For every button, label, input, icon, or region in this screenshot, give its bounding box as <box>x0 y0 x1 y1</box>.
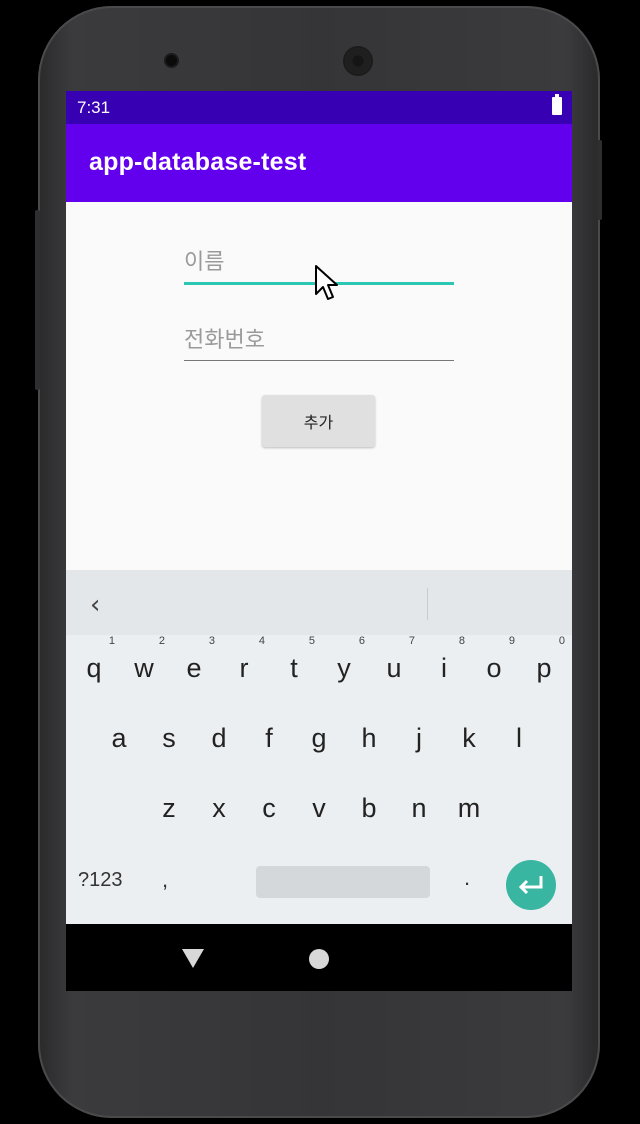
key-label: z <box>162 793 176 823</box>
key-hint-label: 0 <box>558 635 565 647</box>
key-label: i <box>441 653 447 683</box>
add-button[interactable]: 추가 <box>262 395 375 447</box>
key-label: b <box>361 793 377 823</box>
soft-keyboard: ‹ 1q2w3e4r5t6y7u8i9o0p asdfghjkl zxcvbnm… <box>66 570 572 924</box>
key-label: f <box>265 723 273 753</box>
key-p[interactable]: 0p <box>519 635 569 697</box>
key-hint-label: 6 <box>358 635 365 647</box>
key-hint-label: 2 <box>158 635 165 647</box>
symbols-key[interactable]: ?123 <box>78 869 134 892</box>
key-label: k <box>462 723 476 753</box>
key-l[interactable]: l <box>494 707 544 767</box>
key-label: v <box>312 793 326 823</box>
key-j[interactable]: j <box>394 707 444 767</box>
main-content: 추가 <box>66 202 572 570</box>
key-hint-label: 5 <box>308 635 315 647</box>
key-label: u <box>386 653 402 683</box>
suggestion-divider <box>427 588 428 620</box>
space-key[interactable] <box>256 866 430 898</box>
key-label: o <box>486 653 502 683</box>
key-label: p <box>536 653 552 683</box>
chevron-left-icon[interactable]: ‹ <box>90 590 100 620</box>
key-f[interactable]: f <box>244 707 294 767</box>
suggestion-strip: ‹ <box>66 570 572 635</box>
key-a[interactable]: a <box>94 707 144 767</box>
key-r[interactable]: 4r <box>219 635 269 697</box>
app-bar: app-database-test <box>66 124 572 202</box>
app-title: app-database-test <box>89 148 307 176</box>
key-s[interactable]: s <box>144 707 194 767</box>
key-label: c <box>262 793 276 823</box>
key-hint-label: 4 <box>258 635 265 647</box>
key-w[interactable]: 2w <box>119 635 169 697</box>
mouse-pointer-icon <box>315 265 338 300</box>
power-button <box>597 140 602 220</box>
nav-back-icon[interactable] <box>182 949 204 968</box>
key-c[interactable]: c <box>244 777 294 837</box>
period-key[interactable]: . <box>464 865 470 891</box>
key-e[interactable]: 3e <box>169 635 219 697</box>
key-z[interactable]: z <box>144 777 194 837</box>
key-label: y <box>337 653 351 683</box>
key-label: g <box>311 723 327 753</box>
key-label: j <box>416 723 422 753</box>
key-g[interactable]: g <box>294 707 344 767</box>
key-label: d <box>211 723 227 753</box>
nav-home-icon[interactable] <box>309 949 329 969</box>
key-b[interactable]: b <box>344 777 394 837</box>
device-screen: 7:31 app-database-test 추가 ‹ 1q2w3e4r5t6y… <box>66 91 572 991</box>
key-label: m <box>457 793 481 823</box>
key-label: q <box>86 653 102 683</box>
earpiece-speaker <box>345 48 371 74</box>
key-q[interactable]: 1q <box>69 635 119 697</box>
key-v[interactable]: v <box>294 777 344 837</box>
key-label: w <box>134 653 154 683</box>
key-d[interactable]: d <box>194 707 244 767</box>
key-hint-label: 8 <box>458 635 465 647</box>
enter-key[interactable] <box>506 860 556 910</box>
key-u[interactable]: 7u <box>369 635 419 697</box>
key-hint-label: 7 <box>408 635 415 647</box>
key-hint-label: 3 <box>208 635 215 647</box>
key-hint-label: 9 <box>508 635 515 647</box>
comma-key[interactable]: , <box>162 867 168 893</box>
battery-full-icon <box>552 94 562 115</box>
key-label: x <box>212 793 226 823</box>
key-y[interactable]: 6y <box>319 635 369 697</box>
key-i[interactable]: 8i <box>419 635 469 697</box>
key-m[interactable]: m <box>444 777 494 837</box>
key-o[interactable]: 9o <box>469 635 519 697</box>
key-label: e <box>186 653 202 683</box>
key-label: t <box>290 653 298 683</box>
key-label: s <box>162 723 176 753</box>
status-bar: 7:31 <box>66 91 572 124</box>
key-label: l <box>516 723 522 753</box>
key-x[interactable]: x <box>194 777 244 837</box>
key-hint-label: 1 <box>108 635 115 647</box>
phone-field[interactable] <box>184 320 454 361</box>
status-time: 7:31 <box>77 98 111 117</box>
key-h[interactable]: h <box>344 707 394 767</box>
key-t[interactable]: 5t <box>269 635 319 697</box>
volume-button <box>35 210 40 390</box>
key-k[interactable]: k <box>444 707 494 767</box>
key-label: r <box>239 653 249 683</box>
enter-arrow-icon <box>518 876 543 895</box>
key-label: n <box>411 793 427 823</box>
front-camera <box>166 55 177 66</box>
navigation-bar <box>66 924 572 991</box>
key-label: a <box>111 723 127 753</box>
key-label: h <box>361 723 377 753</box>
key-n[interactable]: n <box>394 777 444 837</box>
phone-input[interactable] <box>184 320 454 360</box>
